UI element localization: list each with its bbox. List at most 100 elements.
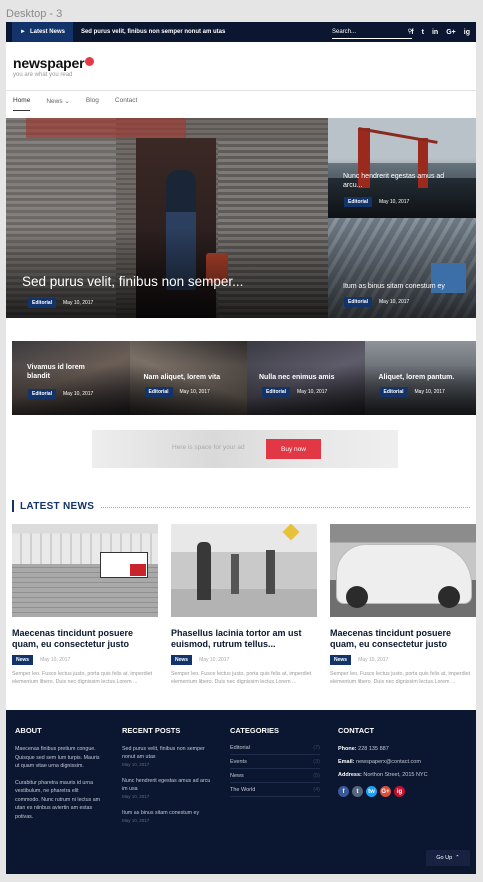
instagram-icon[interactable]: ig: [394, 786, 405, 797]
social-links: f t in G+ ig: [411, 22, 470, 42]
bridge-cable: [358, 127, 438, 144]
side-story-title[interactable]: Nunc hendrerit egestas amus ad arcu...: [343, 172, 463, 190]
google-plus-icon[interactable]: G+: [446, 29, 456, 36]
news-card[interactable]: Maecenas tincidunt posuere quam, eu cons…: [12, 524, 158, 686]
strip-story-meta: Editorial May 10, 2017: [28, 389, 93, 399]
recent-post[interactable]: Nunc hendrerit egestas amus ad arcu im u…: [122, 777, 212, 801]
nav-contact[interactable]: Contact: [115, 97, 137, 111]
strip-story-meta: Editorial May 10, 2017: [262, 387, 327, 397]
news-card-title[interactable]: Phasellus lacinia tortor am ust euismod,…: [171, 628, 317, 650]
ad-banner[interactable]: Here is space for your ad Buy now: [92, 430, 398, 468]
linkedin-icon[interactable]: in: [432, 29, 438, 36]
news-card-image[interactable]: [12, 524, 158, 617]
go-up-button[interactable]: Go Up ⌃: [426, 850, 470, 866]
post-date: May 10, 2017: [122, 794, 150, 799]
post-date: May 10, 2017: [179, 389, 210, 395]
image-wheel: [438, 586, 460, 608]
image-person: [266, 550, 275, 594]
go-up-label: Go Up: [436, 855, 453, 861]
email-value[interactable]: newspaperx@contact.com: [356, 759, 421, 765]
nav-blog[interactable]: Blog: [86, 97, 99, 111]
news-card-image[interactable]: [330, 524, 476, 617]
nav-news[interactable]: News ⌄: [46, 97, 70, 111]
post-date: May 10, 2017: [379, 299, 410, 305]
footer-heading: CATEGORIES: [230, 726, 280, 735]
footer-heading: CONTACT: [338, 726, 375, 735]
news-card-image[interactable]: [171, 524, 317, 617]
category-tag[interactable]: Editorial: [144, 387, 173, 397]
category-tag[interactable]: Editorial: [28, 389, 57, 399]
category-tag[interactable]: Editorial: [379, 387, 408, 397]
google-plus-icon[interactable]: G+: [380, 786, 391, 797]
search-placeholder: Search...: [332, 28, 357, 35]
news-card-meta: News May 10, 2017: [171, 655, 317, 665]
recent-post[interactable]: Itum as binus sitam conestum ey May 10, …: [122, 809, 212, 825]
news-card-excerpt: Semper leo. Fusce lectus justo, porta qu…: [12, 671, 153, 685]
news-card[interactable]: Maecenas tincidunt posuere quam, eu cons…: [330, 524, 476, 686]
strip-story-title[interactable]: Aliquet, lorem pantum.: [379, 373, 475, 382]
about-text: Curabitur pharetra mauris id urna vestib…: [15, 779, 101, 820]
twitter-icon[interactable]: t: [422, 29, 424, 36]
category-tag[interactable]: Editorial: [262, 387, 291, 397]
strip-story-title[interactable]: Nam aliquet, lorem vita: [144, 373, 244, 382]
post-date: May 10, 2017: [122, 762, 150, 767]
search-input[interactable]: Search... ⚲: [332, 25, 412, 39]
footer-category-link[interactable]: Editorial (7): [230, 745, 320, 755]
category-tag[interactable]: News: [12, 655, 34, 665]
category-tag[interactable]: News: [330, 655, 352, 665]
news-ticker[interactable]: Sed purus velit, finibus non semper nonu…: [81, 29, 225, 35]
post-date: May 10, 2017: [297, 389, 328, 395]
post-date: May 10, 2017: [414, 389, 445, 395]
facebook-icon[interactable]: f: [411, 29, 413, 36]
category-tag[interactable]: Editorial: [28, 298, 57, 308]
strip-story-3[interactable]: Nulla nec enimus amis Editorial May 10, …: [247, 341, 365, 415]
news-card[interactable]: Phasellus lacinia tortor am ust euismod,…: [171, 524, 317, 686]
tumblr-icon[interactable]: t: [352, 786, 363, 797]
hero-title[interactable]: Sed purus velit, finibus non semper...: [22, 274, 243, 289]
facebook-icon[interactable]: f: [338, 786, 349, 797]
category-tag[interactable]: News: [171, 655, 193, 665]
news-card-meta: News May 10, 2017: [330, 655, 476, 665]
twitter-icon[interactable]: tw: [366, 786, 377, 797]
category-tag[interactable]: Editorial: [344, 197, 373, 207]
news-card-excerpt: Semper leo. Fusce lectus justo, porta qu…: [330, 671, 471, 685]
hero-side-story-2[interactable]: Itum as binus sitam conestum ey Editoria…: [328, 218, 476, 318]
frame-label: Desktop - 3: [6, 8, 63, 20]
news-card-title[interactable]: Maecenas tincidunt posuere quam, eu cons…: [330, 628, 476, 650]
recent-post-title[interactable]: Nunc hendrerit egestas amus ad arcu im u…: [122, 777, 212, 793]
news-card-title[interactable]: Maecenas tincidunt posuere quam, eu cons…: [12, 628, 158, 650]
section-title: LATEST NEWS: [20, 500, 95, 512]
buy-now-button[interactable]: Buy now: [266, 439, 321, 459]
footer-contact: CONTACT Phone: 228 135 887 Email: newspa…: [338, 726, 434, 797]
strip-story-title[interactable]: Vivamus id lorem blandit: [27, 363, 107, 381]
instagram-icon[interactable]: ig: [464, 29, 470, 36]
nav-home[interactable]: Home: [13, 97, 31, 111]
logo-mark-icon: [85, 57, 95, 66]
site-logo[interactable]: newspaper you are what you read: [13, 55, 95, 78]
hero-side-story-1[interactable]: Nunc hendrerit egestas amus ad arcu... E…: [328, 118, 476, 218]
strip-story-title[interactable]: Nulla nec enimus amis: [259, 373, 363, 382]
news-card-excerpt: Semper leo. Fusce lectus justo, porta qu…: [171, 671, 312, 685]
contact-address: Address: Northon Street, 2015 NYC: [338, 771, 434, 780]
phone-value[interactable]: 228 135 887: [358, 746, 389, 752]
footer-category-link[interactable]: Events (3): [230, 759, 320, 769]
strip-story-2[interactable]: Nam aliquet, lorem vita Editorial May 10…: [129, 341, 247, 415]
recent-post[interactable]: Sed purus velit, finibus non semper nonu…: [122, 745, 212, 769]
strip-story-1[interactable]: Vivamus id lorem blandit Editorial May 1…: [12, 341, 130, 415]
strip-story-meta: Editorial May 10, 2017: [379, 387, 445, 397]
hero-image-sign: [26, 118, 186, 138]
nav-news-label: News: [46, 98, 63, 105]
category-tag[interactable]: Editorial: [344, 297, 373, 307]
strip-story-4[interactable]: Aliquet, lorem pantum. Editorial May 10,…: [364, 341, 476, 415]
category-name: The World: [230, 787, 256, 793]
footer-category-link[interactable]: The World (4): [230, 787, 320, 797]
image-person: [231, 554, 239, 594]
recent-post-title[interactable]: Itum as binus sitam conestum ey: [122, 809, 212, 817]
side-story-title[interactable]: Itum as binus sitam conestum ey: [343, 282, 473, 291]
post-date: May 10, 2017: [122, 818, 150, 823]
top-bar: ► Latest News Sed purus velit, finibus n…: [6, 22, 476, 42]
address-label: Address:: [338, 772, 362, 778]
footer-social-links: f t tw G+ ig: [338, 786, 434, 797]
footer-category-link[interactable]: News (5): [230, 773, 320, 783]
recent-post-title[interactable]: Sed purus velit, finibus non semper nonu…: [122, 745, 212, 761]
